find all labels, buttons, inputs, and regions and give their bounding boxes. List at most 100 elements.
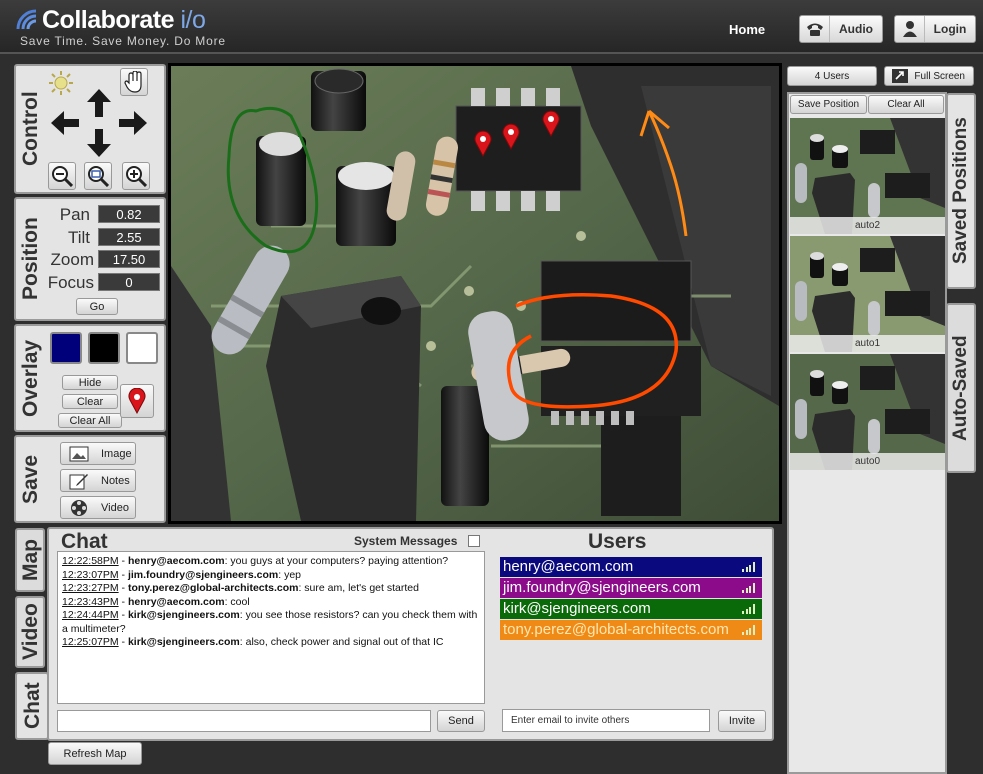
chat-message: 12:23:07PM - jim.foundry@sjengineers.com… bbox=[62, 568, 302, 581]
chat-message: 12:23:43PM - henry@aecom.com: cool bbox=[62, 595, 250, 608]
clear-overlay-button[interactable]: Clear bbox=[62, 394, 118, 409]
hide-overlay-button[interactable]: Hide bbox=[62, 375, 118, 390]
tab-chat-label: Chat bbox=[21, 682, 44, 730]
chat-text: : sure am, let's get started bbox=[298, 582, 419, 594]
image-icon bbox=[69, 446, 89, 461]
save-image-label: Image bbox=[101, 447, 132, 460]
color-swatch-black[interactable] bbox=[88, 332, 120, 364]
chat-input[interactable] bbox=[57, 710, 431, 732]
saved-position-thumbnail[interactable]: auto0 bbox=[790, 354, 945, 470]
hand-tool-button[interactable] bbox=[120, 68, 148, 96]
tab-map-label: Map bbox=[19, 539, 42, 581]
audio-button[interactable]: Audio bbox=[799, 15, 883, 43]
tab-auto-saved[interactable]: Auto-Saved bbox=[946, 303, 976, 473]
color-swatch-blue[interactable] bbox=[50, 332, 82, 364]
save-notes-button[interactable]: Notes bbox=[60, 469, 136, 492]
system-messages-label: System Messages bbox=[354, 534, 458, 548]
chat-timestamp[interactable]: 12:23:43PM bbox=[62, 596, 119, 608]
zoom-area-button[interactable] bbox=[84, 162, 112, 190]
pan-left-button[interactable] bbox=[50, 108, 80, 138]
chat-timestamp[interactable]: 12:23:27PM bbox=[62, 582, 119, 594]
color-swatch-white[interactable] bbox=[126, 332, 158, 364]
send-button[interactable]: Send bbox=[437, 710, 485, 732]
logo: Collaborate i/o bbox=[42, 6, 206, 35]
map-pin-icon bbox=[128, 388, 146, 414]
refresh-map-button[interactable]: Refresh Map bbox=[48, 742, 142, 765]
zoom-out-icon bbox=[52, 166, 73, 187]
home-link[interactable]: Home bbox=[729, 22, 765, 37]
control-panel: Control bbox=[14, 64, 166, 194]
user-email: tony.perez@global-architects.com bbox=[503, 621, 729, 638]
user-email: henry@aecom.com bbox=[503, 558, 634, 575]
chat-author: henry@aecom.com bbox=[127, 595, 225, 608]
zoom-in-button[interactable] bbox=[122, 162, 150, 190]
camera-view[interactable] bbox=[168, 63, 782, 524]
user-email: kirk@sjengineers.com bbox=[503, 600, 651, 617]
chat-text: : also, check power and signal out of th… bbox=[239, 636, 444, 648]
go-button[interactable]: Go bbox=[76, 298, 118, 315]
tab-map[interactable]: Map bbox=[15, 528, 45, 592]
zoom-in-icon bbox=[126, 166, 147, 187]
sun-icon bbox=[49, 71, 73, 95]
zoom-label: Zoom bbox=[50, 250, 94, 269]
login-button[interactable]: Login bbox=[894, 15, 976, 43]
tilt-value: 2.55 bbox=[98, 228, 160, 246]
chat-text: : yep bbox=[278, 568, 302, 581]
user-row[interactable]: kirk@sjengineers.com bbox=[500, 599, 762, 619]
zoom-value: 17.50 bbox=[98, 250, 160, 268]
user-row[interactable]: tony.perez@global-architects.com bbox=[500, 620, 762, 640]
control-title: Control bbox=[19, 91, 42, 167]
chat-log[interactable]: 12:22:58PM - henry@aecom.com: you guys a… bbox=[57, 551, 485, 704]
pan-value: 0.82 bbox=[98, 205, 160, 223]
chat-text: : cool bbox=[224, 595, 250, 608]
zoom-out-button[interactable] bbox=[48, 162, 76, 190]
saved-position-thumbnail[interactable]: auto2 bbox=[790, 118, 945, 234]
clear-all-positions-button[interactable]: Clear All bbox=[868, 95, 944, 114]
chat-message: 12:23:27PM - tony.perez@global-architect… bbox=[62, 582, 419, 594]
users-count-button[interactable]: 4 Users bbox=[787, 66, 877, 86]
chat-author: kirk@sjengineers.com bbox=[127, 636, 240, 648]
zoom-area-icon bbox=[88, 166, 109, 187]
pan-right-button[interactable] bbox=[118, 108, 148, 138]
tilt-label: Tilt bbox=[67, 228, 90, 247]
chat-timestamp[interactable]: 12:24:44PM bbox=[62, 609, 119, 621]
user-row[interactable]: henry@aecom.com bbox=[500, 557, 762, 577]
signal-strength-icon bbox=[742, 625, 756, 635]
invite-button[interactable]: Invite bbox=[718, 710, 766, 732]
tab-saved-positions-label: Saved Positions bbox=[950, 117, 971, 265]
save-image-button[interactable]: Image bbox=[60, 442, 136, 465]
chat-timestamp[interactable]: 12:22:58PM bbox=[62, 555, 119, 567]
logo-tagline: Save Time. Save Money. Do More bbox=[20, 34, 226, 48]
user-row[interactable]: jim.foundry@sjengineers.com bbox=[500, 578, 762, 598]
system-messages-checkbox[interactable] bbox=[468, 535, 480, 547]
overlay-panel: Overlay Hide Clear Clear All bbox=[14, 324, 166, 432]
tab-chat[interactable]: Chat bbox=[15, 672, 49, 740]
marker-tool-button[interactable] bbox=[120, 384, 154, 418]
circuit-board-image bbox=[171, 66, 779, 521]
chat-timestamp[interactable]: 12:25:07PM bbox=[62, 636, 119, 648]
logo-accent-text: i/o bbox=[180, 6, 206, 34]
save-video-button[interactable]: Video bbox=[60, 496, 136, 519]
tilt-down-button[interactable] bbox=[84, 128, 114, 158]
chat-author: tony.perez@global-architects.com bbox=[127, 582, 299, 594]
brightness-button[interactable] bbox=[46, 68, 76, 98]
tilt-up-button[interactable] bbox=[84, 88, 114, 118]
signal-strength-icon bbox=[742, 562, 756, 572]
save-position-button[interactable]: Save Position bbox=[790, 95, 867, 114]
phone-icon bbox=[800, 16, 830, 42]
logo-wifi-icon bbox=[16, 9, 37, 30]
chat-author: jim.foundry@sjengineers.com bbox=[127, 568, 279, 581]
thumbnail-caption: auto1 bbox=[790, 335, 945, 352]
arrow-down-icon bbox=[87, 129, 111, 157]
film-reel-icon bbox=[71, 499, 87, 516]
tab-saved-positions[interactable]: Saved Positions bbox=[946, 93, 976, 289]
signal-strength-icon bbox=[742, 583, 756, 593]
tab-video[interactable]: Video bbox=[15, 596, 45, 668]
pan-label: Pan bbox=[59, 205, 90, 224]
chat-timestamp[interactable]: 12:23:07PM bbox=[62, 569, 119, 581]
saved-position-thumbnail[interactable]: auto1 bbox=[790, 236, 945, 352]
notes-icon bbox=[69, 473, 88, 489]
clear-all-overlay-button[interactable]: Clear All bbox=[58, 413, 122, 428]
invite-email-input[interactable]: Enter email to invite others bbox=[502, 709, 710, 732]
fullscreen-button[interactable]: Full Screen bbox=[884, 66, 974, 86]
